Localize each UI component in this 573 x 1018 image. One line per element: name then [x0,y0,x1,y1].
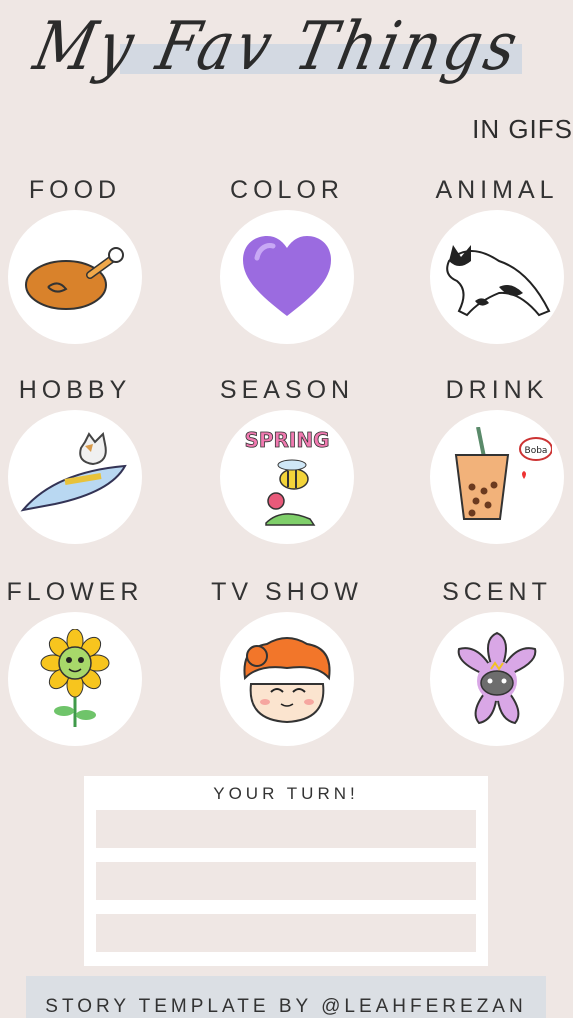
boba-tea-icon: Boba [454,427,552,520]
category-circle[interactable] [8,210,142,344]
category-label: FOOD [28,176,122,204]
category-drink[interactable]: DRINK Boba [402,372,573,544]
page-title: My Fav Things [27,6,528,86]
title-area: My Fav Things IN GIFS [0,0,573,144]
footer-credit: STORY TEMPLATE BY @LEAHFEREZAN [26,976,546,1018]
category-label: HOBBY [18,376,132,404]
category-circle[interactable] [430,210,564,344]
category-circle[interactable] [430,612,564,746]
category-season[interactable]: SEASON SPRING [192,372,382,544]
category-label: DRINK [445,376,549,404]
roast-chicken-icon [25,247,124,310]
category-flower[interactable]: FLOWER [0,574,170,746]
sticker-text: Boba [525,446,548,456]
purple-heart-icon [243,236,331,316]
sticker-text: SPRING [244,428,329,452]
category-label: TV SHOW [211,578,363,606]
category-circle[interactable]: Boba [430,410,564,544]
cherry-blossom-icon [457,631,537,725]
category-color[interactable]: COLOR [192,172,382,344]
cat-riding-fish-icon [20,432,127,512]
answer-line-3[interactable] [96,914,476,952]
sunflower-icon [40,629,110,727]
your-turn-box: YOUR TURN! [84,776,488,966]
category-label: COLOR [230,176,344,204]
category-circle[interactable] [8,410,142,544]
your-turn-label: YOUR TURN! [213,784,359,803]
hamster-icon [243,637,331,724]
category-food[interactable]: FOOD [0,172,170,344]
category-circle[interactable] [220,612,354,746]
category-circle[interactable] [220,210,354,344]
answer-line-2[interactable] [96,862,476,900]
category-circle[interactable] [8,612,142,746]
category-label: ANIMAL [435,176,559,204]
category-scent[interactable]: SCENT [402,574,573,746]
answer-line-1[interactable] [96,810,476,848]
page-subtitle: IN GIFS [472,114,573,144]
category-label: SCENT [442,578,552,606]
category-tv-show[interactable]: TV SHOW [192,574,382,746]
cat-icon [446,245,551,317]
category-hobby[interactable]: HOBBY [0,372,170,544]
category-circle[interactable]: SPRING [220,410,354,544]
category-label: SEASON [219,376,355,404]
category-animal[interactable]: ANIMAL [402,172,573,344]
spring-bee-icon: SPRING [244,428,330,526]
category-label: FLOWER [6,578,144,606]
